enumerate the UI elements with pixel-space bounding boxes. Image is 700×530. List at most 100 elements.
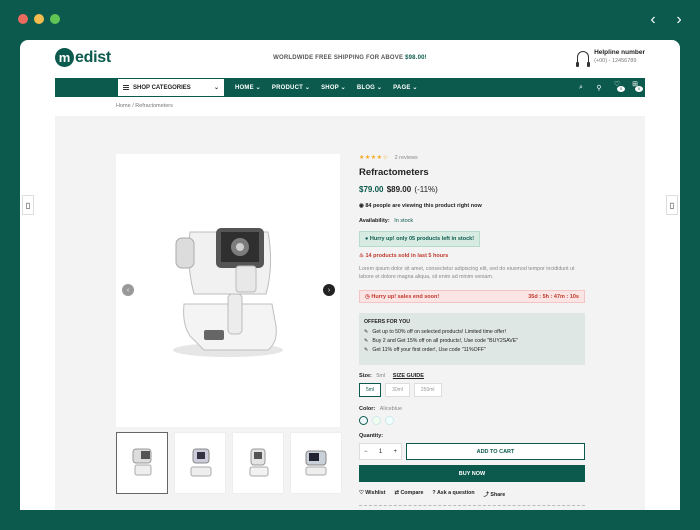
size-option[interactable]: 250ml	[413, 383, 442, 398]
shop-categories-label: SHOP CATEGORIES	[133, 84, 191, 91]
offer-item: ✎ Get 11% off your first order!, Use code…	[364, 347, 580, 353]
logo[interactable]: m edist	[55, 48, 111, 67]
stock-alert: ● Hurry up! only 05 products left in sto…	[359, 231, 481, 247]
thumbnail-4[interactable]	[290, 432, 342, 494]
slider-prev-button[interactable]: ‹	[122, 284, 134, 296]
tag-icon: ✎	[364, 347, 369, 354]
action-label: Compare	[400, 490, 424, 497]
offer-text: Buy 2 and Get 15% off on all products!, …	[372, 338, 519, 345]
color-label: Color:	[359, 406, 376, 413]
chevron-left-icon[interactable]: ‹	[646, 11, 660, 29]
logo-mark: m	[55, 48, 74, 67]
chevron-right-icon[interactable]: ›	[672, 11, 686, 29]
ask-question-action[interactable]: ? Ask a question	[432, 490, 474, 498]
reviews-link[interactable]: 2 reviews	[395, 155, 418, 161]
heart-icon[interactable]: ♡0	[613, 80, 625, 95]
nav-link-home[interactable]: HOME ⌄	[235, 84, 261, 91]
tag-icon: ✎	[364, 329, 369, 336]
cart-count: 0	[635, 86, 643, 92]
size-selected: 5ml	[376, 373, 386, 380]
color-row: Color: Aliceblue	[359, 406, 585, 412]
nav-link-label: PAGE	[393, 85, 411, 91]
cart-icon[interactable]: ⊞0	[631, 80, 643, 95]
size-options: 5ml 30ml 250ml	[359, 383, 585, 398]
quantity-value[interactable]: 1	[379, 449, 382, 455]
product-actions: ♡ Wishlist ⇄ Compare ? Ask a question ⤴ …	[359, 490, 585, 498]
nav-link-product[interactable]: PRODUCT ⌄	[272, 84, 310, 91]
minus-icon[interactable]: −	[364, 449, 368, 455]
logo-text: edist	[75, 48, 111, 66]
search-icon[interactable]: ⌕	[577, 84, 585, 92]
product-description: Lorem ipsum dolor sit amet, consectetur …	[359, 266, 575, 281]
shipping-banner: WORLDWIDE FREE SHIPPING FOR ABOVE $98.00…	[273, 55, 427, 61]
nav-link-label: SHOP	[321, 85, 339, 91]
action-label: Ask a question	[436, 490, 475, 497]
thumbnail-strip	[116, 432, 342, 494]
shipping-text: WORLDWIDE FREE SHIPPING FOR ABOVE	[273, 55, 404, 61]
nav-link-blog[interactable]: BLOG ⌄	[357, 84, 382, 91]
divider	[359, 505, 585, 507]
offer-text: Get 11% off your first order!, Use code …	[372, 347, 486, 354]
action-label: Share	[490, 492, 506, 499]
availability-label: Availability:	[359, 218, 390, 224]
buy-now-button[interactable]: BUY NOW	[359, 465, 585, 483]
color-swatches	[359, 416, 585, 426]
product-section: ‹ › ★★★★☆ 2 reviews Refractometers $79.0…	[55, 116, 645, 510]
availability: Availability: In stock	[359, 218, 585, 224]
offer-item: ✎ Buy 2 and Get 15% off on all products!,…	[364, 338, 580, 344]
thumbnail-2[interactable]	[174, 432, 226, 494]
shop-categories-button[interactable]: SHOP CATEGORIES ⌄	[117, 78, 225, 97]
rating: ★★★★☆ 2 reviews	[359, 154, 585, 161]
color-swatch-azure[interactable]	[385, 416, 394, 426]
tag-icon: ✎	[364, 338, 369, 345]
quantity-stepper[interactable]: − 1 +	[359, 443, 402, 461]
next-product-thumb[interactable]: ▯	[666, 195, 678, 215]
add-to-cart-button[interactable]: ADD TO CART	[406, 443, 585, 461]
thumbnail-3[interactable]	[232, 432, 284, 494]
price-now: $79.00	[359, 185, 384, 194]
size-guide-link[interactable]: SIZE GUIDE	[393, 373, 424, 379]
viewing-text: 84 people are viewing this product right…	[365, 203, 482, 209]
plus-icon[interactable]: +	[393, 449, 397, 455]
color-swatch-aliceblue[interactable]	[359, 416, 368, 426]
wishlist-action[interactable]: ♡ Wishlist	[359, 490, 386, 498]
size-option[interactable]: 30ml	[385, 383, 410, 398]
thumbnail-1[interactable]	[116, 432, 168, 494]
offers-title: OFFERS FOR YOU	[364, 319, 411, 326]
offer-text: Get up to 50% off on selected products! …	[372, 329, 506, 336]
size-row: Size: 5ml SIZE GUIDE	[359, 373, 585, 379]
compare-icon: ⇄	[394, 490, 399, 497]
share-action[interactable]: ⤴ Share	[484, 490, 506, 498]
nav-link-page[interactable]: PAGE ⌄	[393, 84, 417, 91]
compare-action[interactable]: ⇄ Compare	[395, 490, 424, 498]
minimize-dot[interactable]	[34, 14, 44, 24]
price-old: $89.00	[386, 185, 412, 194]
action-label: Wishlist	[365, 490, 386, 497]
prev-product-thumb[interactable]: ▯	[22, 195, 34, 215]
color-swatch-honeydew[interactable]	[372, 416, 381, 426]
eye-icon: ◉	[359, 203, 364, 209]
nav-link-shop[interactable]: SHOP ⌄	[321, 84, 346, 91]
close-dot[interactable]	[18, 14, 28, 24]
nav-link-label: HOME	[235, 85, 254, 91]
breadcrumb[interactable]: Home / Refractometers	[116, 103, 173, 109]
clock-icon: ◷	[365, 293, 370, 300]
quantity-row: − 1 + ADD TO CART	[359, 443, 585, 461]
chevron-down-icon: ⌄	[213, 85, 219, 91]
share-icon: ⤴	[483, 492, 489, 499]
quantity-label: Quantity:	[359, 433, 384, 440]
helpline-phone[interactable]: (+00) - 12456789	[594, 58, 645, 64]
viewing-count: ◉ 84 people are viewing this product rig…	[359, 203, 585, 209]
nav-link-label: PRODUCT	[271, 85, 303, 91]
main-product-image[interactable]	[116, 154, 340, 427]
top-header: m edist WORLDWIDE FREE SHIPPING FOR ABOV…	[55, 48, 645, 72]
nav-links: HOME ⌄ PRODUCT ⌄ SHOP ⌄ BLOG ⌄ PAGE ⌄	[235, 78, 418, 97]
size-label: Size:	[359, 373, 372, 380]
offers-box: OFFERS FOR YOU ✎ Get up to 50% off on sel…	[359, 313, 585, 366]
sold-text: 14 products sold in last 5 hours	[365, 253, 449, 259]
size-option[interactable]: 5ml	[359, 383, 382, 398]
maximize-dot[interactable]	[50, 14, 60, 24]
slider-next-button[interactable]: ›	[323, 284, 335, 296]
user-icon[interactable]: ⚲	[595, 84, 603, 92]
discount: (-11%)	[414, 185, 438, 194]
